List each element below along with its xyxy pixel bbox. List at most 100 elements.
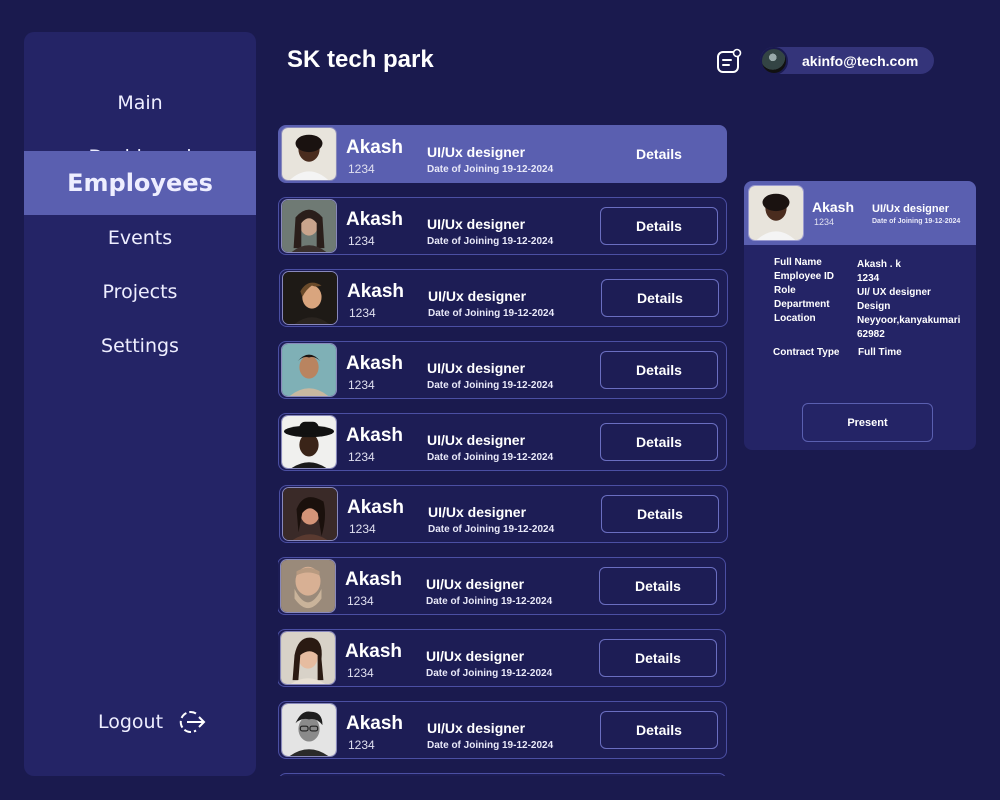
- details-button[interactable]: Details: [599, 639, 717, 677]
- list-item[interactable]: Akash 1234 UI/Ux designer Date of Joinin…: [279, 269, 728, 327]
- notification-icon[interactable]: [716, 48, 742, 74]
- employee-role: UI/Ux designer: [427, 360, 526, 376]
- employee-id: 1234: [347, 666, 374, 680]
- details-button[interactable]: Details: [601, 279, 719, 317]
- list-item[interactable]: Akash 1234 UI/Ux designer Date of Joinin…: [278, 701, 727, 759]
- avatar: [282, 271, 338, 325]
- employee-joining-date: Date of Joining 19-12-2024: [428, 308, 555, 319]
- employee-id: 1234: [347, 594, 374, 608]
- employee-joining-date: Date of Joining 19-12-2024: [427, 740, 554, 751]
- role-value: UI/ UX designer: [857, 287, 931, 298]
- employee-name: Akash: [347, 281, 405, 302]
- employee-id-value: 1234: [857, 273, 880, 284]
- employee-joining-date: Date of Joining 19-12-2024: [426, 668, 553, 679]
- employee-role: UI/Ux designer: [427, 144, 526, 160]
- employee-list[interactable]: Akash 1234 UI/Ux designer Date of Joinin…: [278, 124, 730, 776]
- employee-role: UI/Ux designer: [427, 216, 526, 232]
- employee-id: 1234: [348, 738, 375, 752]
- employee-detail-card: Akash 1234 UI/Ux designer Date of Joinin…: [744, 181, 976, 450]
- employee-role: UI/Ux designer: [428, 288, 527, 304]
- user-menu[interactable]: akinfo@tech.com: [760, 46, 934, 75]
- avatar: [281, 415, 337, 469]
- details-button[interactable]: Details: [600, 351, 718, 389]
- list-item[interactable]: Akash 1234 UI/Ux designer Date of Joinin…: [278, 413, 727, 471]
- department-value: Design: [857, 301, 891, 312]
- details-button[interactable]: Details: [600, 135, 718, 173]
- employee-id: 1234: [348, 162, 375, 176]
- logout-label: Logout: [98, 711, 164, 733]
- detail-name: Akash: [812, 199, 855, 215]
- contract-type-label: Contract Type: [773, 347, 840, 358]
- details-button[interactable]: Details: [600, 711, 718, 749]
- employee-name: Akash: [347, 497, 405, 518]
- employee-id-label: Employee ID: [774, 271, 835, 282]
- full-name-value: Akash . k: [857, 259, 901, 270]
- avatar: [281, 703, 337, 757]
- details-button[interactable]: Details: [600, 423, 718, 461]
- detail-id: 1234: [814, 217, 835, 227]
- employee-id: 1234: [348, 450, 375, 464]
- contract-type-value: Full Time: [858, 347, 902, 358]
- logout-icon: [179, 711, 206, 733]
- location-value: Neyyoor,kanyakumari: [857, 315, 961, 326]
- employee-joining-date: Date of Joining 19-12-2024: [428, 524, 555, 535]
- sidebar-item-settings[interactable]: Settings: [24, 326, 256, 366]
- employee-joining-date: Date of Joining 19-12-2024: [427, 380, 554, 391]
- sidebar-item-main[interactable]: Main: [24, 83, 256, 123]
- present-button[interactable]: Present: [802, 403, 933, 442]
- full-name-label: Full Name: [774, 257, 822, 268]
- employee-joining-date: Date of Joining 19-12-2024: [427, 236, 554, 247]
- detail-role: UI/Ux designer: [872, 203, 950, 215]
- location-label: Location: [774, 313, 816, 324]
- user-email: akinfo@tech.com: [802, 52, 919, 69]
- list-item[interactable]: Akash 1234 UI/Ux designer Date of Joinin…: [279, 485, 728, 543]
- avatar: [282, 487, 338, 541]
- employee-role: UI/Ux designer: [428, 504, 527, 520]
- detail-card-header: Akash 1234 UI/Ux designer Date of Joinin…: [744, 181, 976, 245]
- avatar: [280, 559, 336, 613]
- employee-name: Akash: [345, 641, 403, 662]
- employee-name: Akash: [346, 353, 404, 374]
- employee-name: Akash: [346, 137, 404, 158]
- sidebar-item-projects[interactable]: Projects: [24, 272, 256, 312]
- employee-name: Akash: [346, 209, 404, 230]
- logout-button[interactable]: Logout: [98, 706, 207, 738]
- employee-name: Akash: [345, 569, 403, 590]
- employee-joining-date: Date of Joining 19-12-2024: [427, 164, 554, 175]
- sidebar-item-employees[interactable]: Employees: [24, 151, 256, 215]
- list-item[interactable]: [278, 773, 727, 776]
- detail-joining-date: Date of Joining 19-12-2024: [872, 218, 961, 225]
- details-button[interactable]: Details: [600, 207, 718, 245]
- details-button[interactable]: Details: [599, 567, 717, 605]
- employee-id: 1234: [348, 234, 375, 248]
- details-button[interactable]: Details: [601, 495, 719, 533]
- list-item[interactable]: Akash 1234 UI/Ux designer Date of Joinin…: [278, 341, 727, 399]
- location-postcode: 62982: [857, 329, 885, 340]
- avatar: [281, 199, 337, 253]
- avatar: [748, 185, 804, 241]
- sidebar-item-events[interactable]: Events: [24, 218, 256, 258]
- employee-role: UI/Ux designer: [427, 720, 526, 736]
- employee-id: 1234: [348, 378, 375, 392]
- avatar: [760, 46, 788, 75]
- employee-role: UI/Ux designer: [427, 432, 526, 448]
- list-item[interactable]: Akash 1234 UI/Ux designer Date of Joinin…: [278, 125, 727, 183]
- employee-name: Akash: [346, 713, 404, 734]
- employee-joining-date: Date of Joining 19-12-2024: [426, 596, 553, 607]
- list-item[interactable]: Akash 1234 UI/Ux designer Date of Joinin…: [278, 197, 727, 255]
- employee-name: Akash: [346, 425, 404, 446]
- list-item[interactable]: Akash 1234 UI/Ux designer Date of Joinin…: [278, 629, 726, 687]
- employee-role: UI/Ux designer: [426, 648, 525, 664]
- employee-id: 1234: [349, 306, 376, 320]
- list-item[interactable]: Akash 1234 UI/Ux designer Date of Joinin…: [278, 557, 726, 615]
- department-label: Department: [774, 299, 830, 310]
- page-title: SK tech park: [287, 46, 434, 73]
- role-label: Role: [774, 285, 796, 296]
- avatar: [280, 631, 336, 685]
- employee-id: 1234: [349, 522, 376, 536]
- sidebar: Main Dashboard Employees Events Projects…: [24, 32, 256, 776]
- employee-role: UI/Ux designer: [426, 576, 525, 592]
- avatar: [281, 343, 337, 397]
- employee-joining-date: Date of Joining 19-12-2024: [427, 452, 554, 463]
- avatar: [281, 127, 337, 181]
